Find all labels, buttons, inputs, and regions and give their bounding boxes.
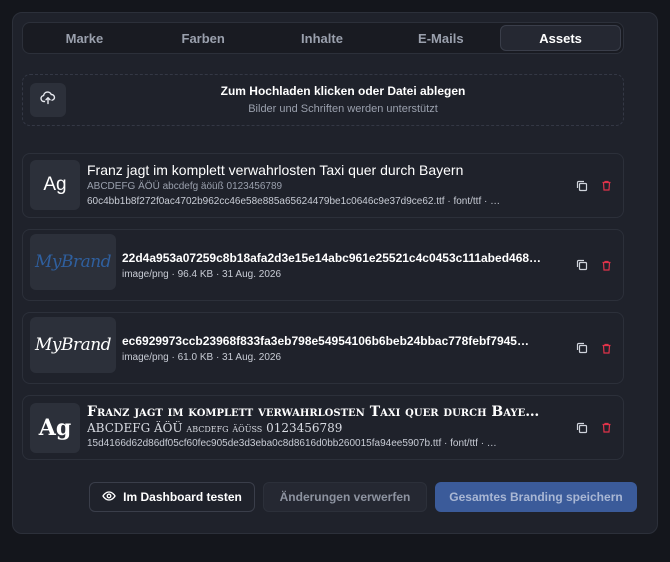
font-preview-glyph: Ag [38, 415, 72, 441]
tab-farben[interactable]: Farben [144, 25, 263, 51]
footer-actions: Im Dashboard testen Änderungen verwerfen… [0, 482, 670, 514]
brand-logo: MyBrand [34, 335, 112, 355]
eye-icon [102, 489, 116, 506]
asset-item-font-1: Ag Franz jagt im komplett verwahrlosten … [22, 153, 624, 218]
image-preview: MyBrand [30, 317, 116, 373]
copy-icon[interactable] [575, 179, 589, 193]
brand-logo: MyBrand [34, 252, 112, 272]
asset-meta: 15d4166d62d86df05cf60fec905de3d3eba0c8d8… [87, 438, 497, 449]
asset-filename: ec6929973ccb23968f833fa3eb798e54954106b6… [122, 334, 529, 348]
trash-icon[interactable] [599, 179, 613, 193]
asset-filename: 22d4a953a07259c8b18afa2d3e15e14abc961e25… [122, 251, 542, 265]
asset-actions [575, 396, 613, 459]
tab-marke[interactable]: Marke [25, 25, 144, 51]
font-sample-text: Franz jagt im komplett verwahrlosten Tax… [87, 404, 540, 420]
asset-meta: 60c4bb1b8f272f0ac4702b962cc46e58e885a656… [87, 196, 501, 207]
asset-actions [575, 154, 613, 217]
trash-icon[interactable] [599, 341, 613, 355]
asset-actions [575, 230, 613, 300]
asset-item-image-1: MyBrand 22d4a953a07259c8b18afa2d3e15e14a… [22, 229, 624, 301]
trash-icon[interactable] [599, 421, 613, 435]
upload-dropzone[interactable]: Zum Hochladen klicken oder Datei ablegen… [22, 74, 624, 126]
tab-emails[interactable]: E-Mails [381, 25, 500, 51]
font-charset: ABCDEFG ÄÖÜ abcdefg äöüß 0123456789 [87, 181, 283, 192]
discard-changes-button[interactable]: Änderungen verwerfen [263, 482, 427, 512]
upload-title: Zum Hochladen klicken oder Datei ablegen [220, 84, 466, 98]
copy-icon[interactable] [575, 421, 589, 435]
font-preview: Ag [30, 160, 80, 210]
font-preview-glyph: Ag [43, 174, 67, 195]
asset-item-image-2: MyBrand ec6929973ccb23968f833fa3eb798e54… [22, 312, 624, 384]
font-preview: Ag [30, 403, 80, 453]
image-preview: MyBrand [30, 234, 116, 290]
settings-tabs: Marke Farben Inhalte E-Mails Assets [22, 22, 624, 54]
asset-item-font-2: Ag Franz jagt im komplett verwahrlosten … [22, 395, 624, 460]
asset-meta: image/png · 61.0 KB · 31 Aug. 2026 [122, 352, 281, 363]
font-charset: ABCDEFG ÄÖÜ abcdefg äöüß 0123456789 [87, 421, 343, 435]
copy-icon[interactable] [575, 258, 589, 272]
upload-subtitle: Bilder und Schriften werden unterstützt [248, 103, 438, 115]
trash-icon[interactable] [599, 258, 613, 272]
asset-info: Franz jagt im komplett verwahrlosten Tax… [87, 403, 559, 451]
font-sample-text: Franz jagt im komplett verwahrlosten Tax… [87, 162, 464, 178]
asset-info: 22d4a953a07259c8b18afa2d3e15e14abc961e25… [122, 249, 559, 282]
asset-info: Franz jagt im komplett verwahrlosten Tax… [87, 161, 559, 209]
asset-actions [575, 313, 613, 383]
test-in-dashboard-label: Im Dashboard testen [123, 490, 242, 504]
tab-assets[interactable]: Assets [500, 25, 621, 51]
save-branding-button[interactable]: Gesamtes Branding speichern [435, 482, 637, 512]
asset-info: ec6929973ccb23968f833fa3eb798e54954106b6… [122, 332, 559, 365]
test-in-dashboard-button[interactable]: Im Dashboard testen [89, 482, 255, 512]
copy-icon[interactable] [575, 341, 589, 355]
tab-inhalte[interactable]: Inhalte [263, 25, 382, 51]
asset-meta: image/png · 96.4 KB · 31 Aug. 2026 [122, 269, 281, 280]
